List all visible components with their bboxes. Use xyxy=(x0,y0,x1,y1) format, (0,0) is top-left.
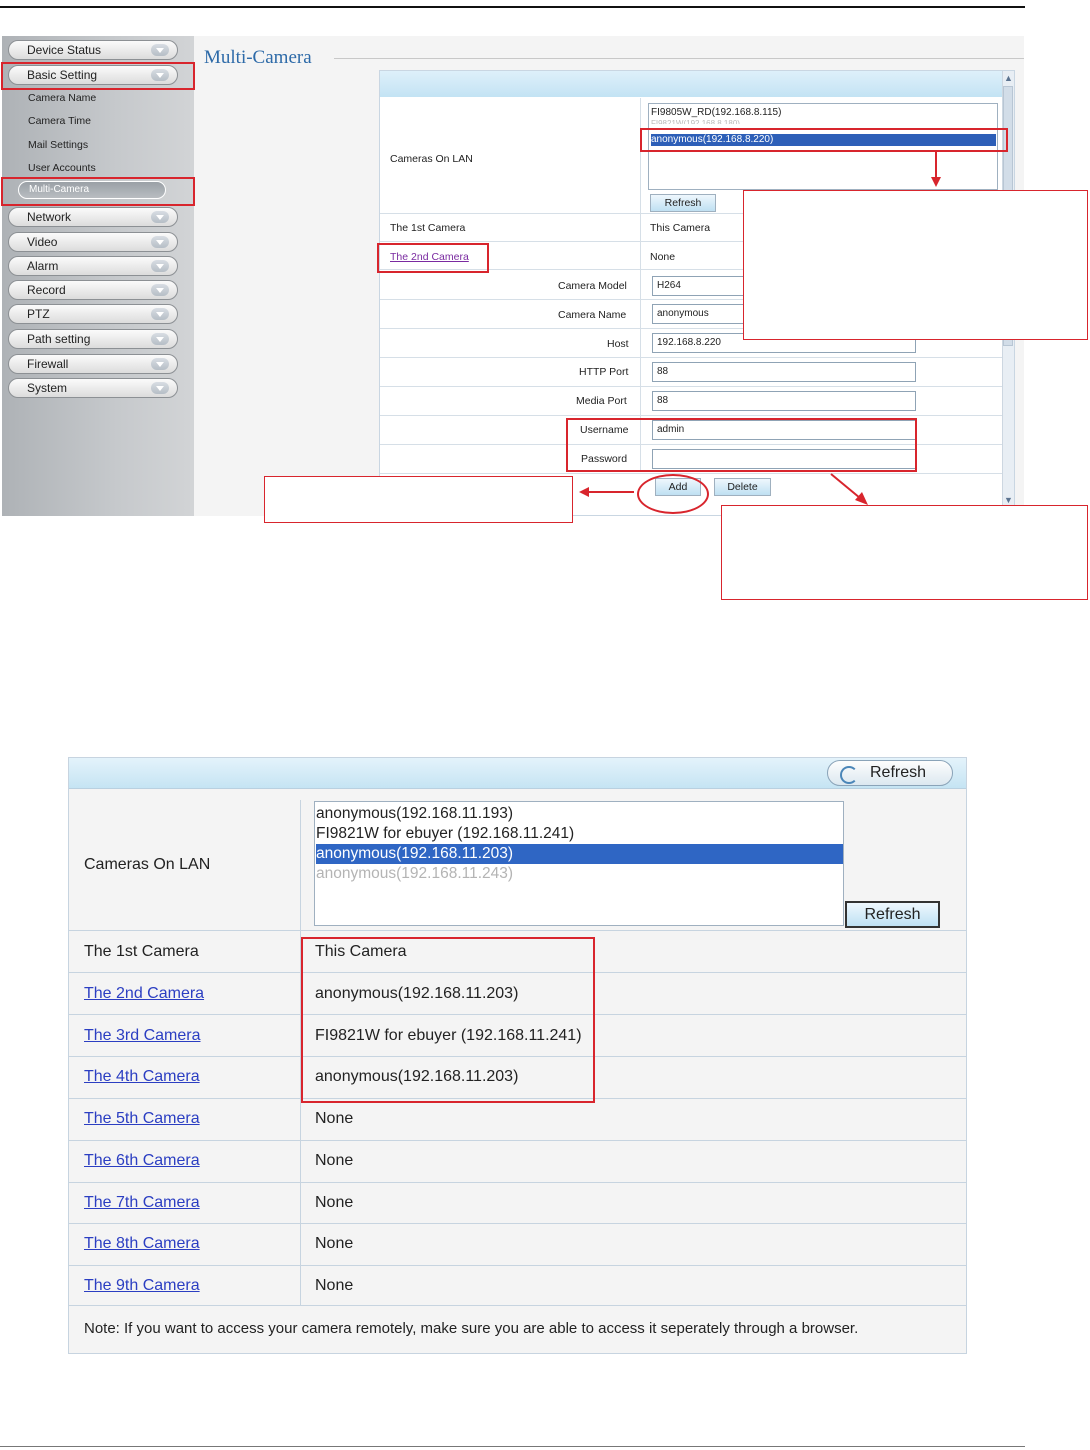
lan-camera-item[interactable]: FI9821W for ebuyer (192.168.11.241) xyxy=(316,824,574,844)
camera-value-7: None xyxy=(315,1194,354,1211)
camera-link-9[interactable]: The 9th Camera xyxy=(84,1277,200,1295)
lan-camera-item-selected[interactable]: anonymous(192.168.11.203) xyxy=(316,844,843,864)
lan-camera-item[interactable]: anonymous(192.168.11.193) xyxy=(316,804,513,824)
arrow-down-head xyxy=(931,177,941,187)
page-footer-rule xyxy=(0,1446,1025,1447)
camera-row xyxy=(69,1266,966,1306)
refresh-icon xyxy=(840,766,858,784)
camera-link-3[interactable]: The 3rd Camera xyxy=(84,1027,201,1045)
camera-value-9: None xyxy=(315,1277,354,1294)
camera-value-6: None xyxy=(315,1152,354,1169)
camera-row xyxy=(69,1099,966,1141)
camera-value-8: None xyxy=(315,1235,354,1252)
camera-link-2[interactable]: The 2nd Camera xyxy=(84,985,204,1003)
camera-link-6[interactable]: The 6th Camera xyxy=(84,1152,200,1170)
camera-row xyxy=(69,1224,966,1266)
camera-link-4[interactable]: The 4th Camera xyxy=(84,1068,200,1086)
lan-camera-item[interactable]: anonymous(192.168.11.243) xyxy=(316,864,513,884)
first-camera-label: The 1st Camera xyxy=(84,943,199,960)
camera-row xyxy=(69,1183,966,1224)
refresh-pill-label: Refresh xyxy=(870,764,927,781)
refresh-button[interactable]: Refresh xyxy=(845,901,940,928)
cameras-on-lan-label: Cameras On LAN xyxy=(84,856,211,873)
annotation-arrows xyxy=(579,152,941,505)
arrow-left-head xyxy=(579,487,589,497)
camera-link-8[interactable]: The 8th Camera xyxy=(84,1235,200,1253)
annotation-highlight-added-cameras xyxy=(301,937,595,1103)
arrow-diagonal-head xyxy=(855,492,868,505)
camera-link-5[interactable]: The 5th Camera xyxy=(84,1110,200,1128)
camera-value-5: None xyxy=(315,1110,354,1127)
remote-access-note: Note: If you want to access your camera … xyxy=(84,1320,859,1337)
refresh-pill-button[interactable]: Refresh xyxy=(827,760,953,786)
camera-row xyxy=(69,1141,966,1183)
camera-link-7[interactable]: The 7th Camera xyxy=(84,1194,200,1212)
arrow-diagonal-line xyxy=(830,473,861,499)
